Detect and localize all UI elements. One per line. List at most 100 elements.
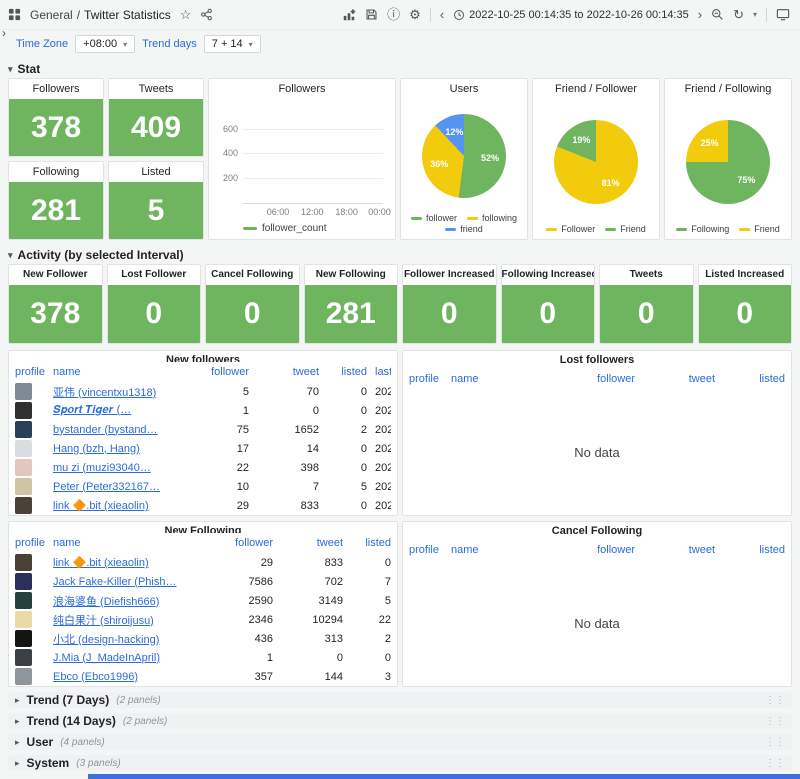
col-header-tweet[interactable]: tweet	[249, 366, 319, 378]
col-header-listed[interactable]: listed	[343, 537, 391, 549]
user-link[interactable]: 𝑺𝒑𝒐𝒓𝒕 𝑻𝒊𝒈𝒆𝒓 (…	[53, 404, 131, 416]
listed-cell: 2	[343, 633, 391, 645]
col-header-tweet[interactable]: tweet	[635, 373, 715, 385]
panel-following-stat[interactable]: Following 281	[8, 161, 104, 240]
drag-handle-icon[interactable]: ⋮⋮	[765, 695, 785, 706]
row-trend-14-days[interactable]: ▸ Trend (14 Days) (2 panels) ⋮⋮	[8, 713, 792, 729]
row-system[interactable]: ▸ System (3 panels) ⋮⋮	[8, 755, 792, 771]
save-dashboard-icon[interactable]	[365, 8, 378, 21]
trend-days-select[interactable]: 7 + 14 ▾	[204, 35, 261, 53]
legend-item[interactable]: follower	[411, 213, 457, 223]
timezone-select[interactable]: +08:00 ▾	[75, 35, 135, 53]
time-shift-back-icon[interactable]: ‹	[440, 8, 444, 21]
panel-tweets-activity[interactable]: Tweets 0	[599, 264, 694, 344]
user-link[interactable]: Hang (bzh, Hang)	[53, 443, 140, 455]
legend-item[interactable]: Friend	[739, 224, 780, 234]
user-link[interactable]: link 🔶.bit (xieaolin)	[53, 557, 149, 569]
legend-item[interactable]: Following	[676, 224, 729, 234]
col-header-listed[interactable]: listed	[319, 366, 367, 378]
panel-new-follower[interactable]: New Follower 378	[8, 264, 103, 344]
users-pie-chart[interactable]: 52%36%12%	[422, 114, 506, 198]
dashboard-insights-icon[interactable]: ⓘ	[387, 8, 400, 21]
listed-cell: 5	[343, 595, 391, 607]
panel-cancel-following-table[interactable]: Cancel Following profile name follower t…	[402, 521, 792, 687]
drag-handle-icon[interactable]: ⋮⋮	[765, 737, 785, 748]
user-link[interactable]: J.Mia (J_MadeInApril)	[53, 652, 160, 664]
time-series-plot[interactable]: 600 400 200 06:00 12:00 18:00 00:00	[243, 105, 383, 203]
panel-new-following-table[interactable]: New Following profile name follower twee…	[8, 521, 398, 687]
panel-users-pie[interactable]: Users 52%36%12% follower following frien…	[400, 78, 528, 240]
user-link[interactable]: 浪海婆鱼 (Diefish666)	[53, 596, 159, 608]
legend-item[interactable]: Friend	[605, 224, 646, 234]
user-link[interactable]: link 🔶.bit (xieaolin)	[53, 500, 149, 512]
col-header-follower[interactable]: follower	[211, 537, 273, 549]
panel-followers-stat[interactable]: Followers 378	[8, 78, 104, 157]
col-header-profile[interactable]: profile	[409, 544, 451, 556]
user-link[interactable]: mu zi (muzi93040…	[53, 462, 151, 474]
settings-gear-icon[interactable]: ⚙	[409, 8, 421, 21]
legend-item[interactable]: friend	[445, 224, 483, 234]
col-header-tweet[interactable]: tweet	[635, 544, 715, 556]
row-header-activity[interactable]: ▾ Activity (by selected Interval)	[8, 246, 792, 264]
zoom-out-icon[interactable]	[711, 8, 724, 21]
timezone-label[interactable]: Time Zone	[16, 38, 68, 50]
row-header-stat[interactable]: ▾ Stat	[8, 60, 792, 78]
friend-follower-pie-chart[interactable]: 81%19%	[554, 120, 638, 204]
dashboard-title[interactable]: Twitter Statistics	[84, 8, 171, 22]
user-link[interactable]: Peter (Peter332167…	[53, 481, 160, 493]
panel-listed-increased[interactable]: Listed Increased 0	[698, 264, 793, 344]
user-link[interactable]: bystander (bystand…	[53, 424, 158, 436]
apps-grid-icon[interactable]	[8, 8, 21, 21]
col-header-name[interactable]: name	[451, 544, 545, 556]
col-header-name[interactable]: name	[53, 366, 187, 378]
panel-following-increased[interactable]: Following Increased 0	[501, 264, 596, 344]
panel-listed-stat[interactable]: Listed 5	[108, 161, 204, 240]
time-range-picker[interactable]: 2022-10-25 00:14:35 to 2022-10-26 00:14:…	[453, 9, 689, 21]
expand-menu-chevron-icon[interactable]: ›	[2, 26, 6, 40]
refresh-interval-caret-icon[interactable]: ▾	[753, 10, 757, 19]
share-icon[interactable]	[200, 8, 213, 21]
drag-handle-icon[interactable]: ⋮⋮	[765, 716, 785, 727]
col-header-name[interactable]: name	[53, 537, 211, 549]
breadcrumb-folder[interactable]: General	[30, 8, 73, 22]
panel-lost-followers-table[interactable]: Lost followers profile name follower twe…	[402, 350, 792, 516]
panel-followers-timeseries[interactable]: Followers 600 400 200 06:00 12:00 18:00 …	[208, 78, 396, 240]
friend-following-pie-chart[interactable]: 75%25%	[686, 120, 770, 204]
row-trend-7-days[interactable]: ▸ Trend (7 Days) (2 panels) ⋮⋮	[8, 692, 792, 708]
legend-item[interactable]: following	[467, 213, 517, 223]
user-link[interactable]: Jack Fake-Killer (Phish…	[53, 576, 176, 588]
col-header-profile[interactable]: profile	[15, 537, 53, 549]
drag-handle-icon[interactable]: ⋮⋮	[765, 758, 785, 769]
refresh-icon[interactable]: ↻	[733, 8, 744, 21]
panel-friend-following-pie[interactable]: Friend / Following 75%25% Following Frie…	[664, 78, 792, 240]
panel-lost-follower[interactable]: Lost Follower 0	[107, 264, 202, 344]
time-shift-forward-icon[interactable]: ›	[698, 8, 702, 21]
panel-follower-increased[interactable]: Follower Increased 0	[402, 264, 497, 344]
star-icon[interactable]: ☆	[180, 8, 192, 21]
user-link[interactable]: 纯白果汁 (shiroijusu)	[53, 615, 154, 627]
col-header-follower[interactable]: follower	[545, 373, 635, 385]
user-link[interactable]: 亚伟 (vincentxu1318)	[53, 387, 156, 399]
col-header-follower[interactable]: follower	[545, 544, 635, 556]
cycle-view-monitor-icon[interactable]	[776, 8, 790, 21]
col-header-listed[interactable]: listed	[715, 544, 785, 556]
trend-days-label[interactable]: Trend days	[142, 38, 197, 50]
legend-item[interactable]: Follower	[546, 224, 595, 234]
col-header-name[interactable]: name	[451, 373, 545, 385]
col-header-profile[interactable]: profile	[15, 366, 53, 378]
col-header-follower[interactable]: follower	[187, 366, 249, 378]
col-header-profile[interactable]: profile	[409, 373, 451, 385]
panel-cancel-following[interactable]: Cancel Following 0	[205, 264, 300, 344]
add-panel-icon[interactable]	[342, 8, 356, 22]
user-link[interactable]: Ebco (Ebco1996)	[53, 671, 138, 683]
row-user[interactable]: ▸ User (4 panels) ⋮⋮	[8, 734, 792, 750]
user-link[interactable]: 小北 (design-hacking)	[53, 634, 159, 646]
col-header-last[interactable]: last	[367, 366, 391, 378]
panel-new-followers-table[interactable]: New followers profile name follower twee…	[8, 350, 398, 516]
panel-tweets-stat[interactable]: Tweets 409	[108, 78, 204, 157]
col-header-listed[interactable]: listed	[715, 373, 785, 385]
panel-new-following[interactable]: New Following 281	[304, 264, 399, 344]
chart-legend[interactable]: follower_count	[243, 223, 326, 234]
panel-friend-follower-pie[interactable]: Friend / Follower 81%19% Follower Friend	[532, 78, 660, 240]
col-header-tweet[interactable]: tweet	[273, 537, 343, 549]
